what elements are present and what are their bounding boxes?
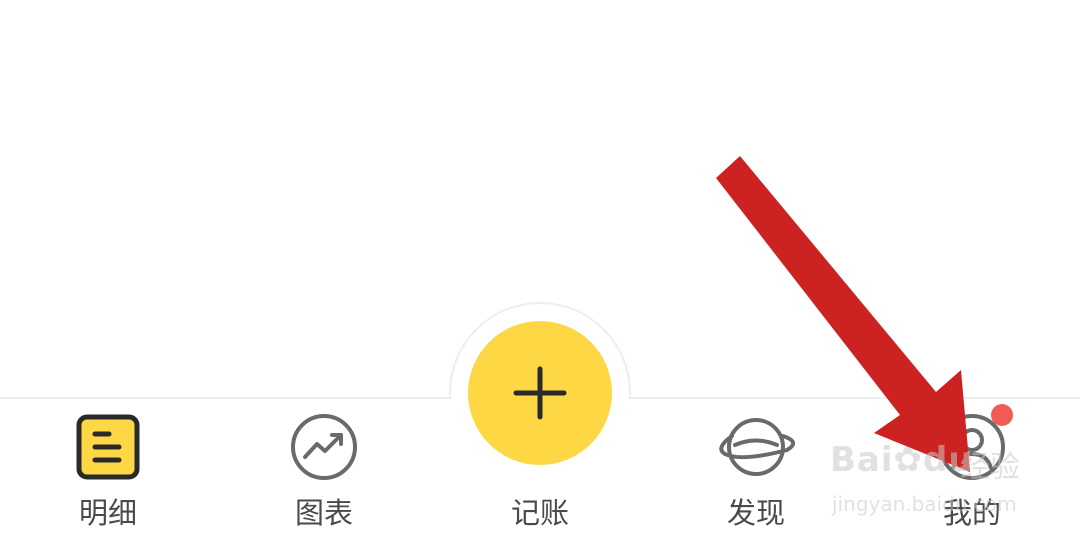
tab-charts-label: 图表 <box>294 496 353 530</box>
watermark-cn: 经验 <box>960 450 1020 485</box>
watermark: Bai✿du 经验 jingyan.baidu.com <box>830 440 1030 530</box>
paw-icon: ✿ <box>893 440 924 480</box>
list-icon <box>76 414 140 480</box>
notification-badge <box>991 404 1013 426</box>
tab-details[interactable]: 明细 <box>28 405 188 535</box>
watermark-brand: Bai✿du <box>830 440 974 480</box>
chart-trend-icon <box>291 414 357 480</box>
tab-discover[interactable]: 发现 <box>676 405 836 535</box>
tab-details-label: 明细 <box>78 496 137 530</box>
watermark-url: jingyan.baidu.com <box>832 492 1017 516</box>
planet-icon <box>719 418 795 476</box>
tab-bookkeeping[interactable]: 记账 <box>460 405 620 535</box>
tab-discover-label: 发现 <box>726 496 785 530</box>
tab-charts[interactable]: 图表 <box>244 405 404 535</box>
tab-bookkeeping-label: 记账 <box>510 496 569 530</box>
